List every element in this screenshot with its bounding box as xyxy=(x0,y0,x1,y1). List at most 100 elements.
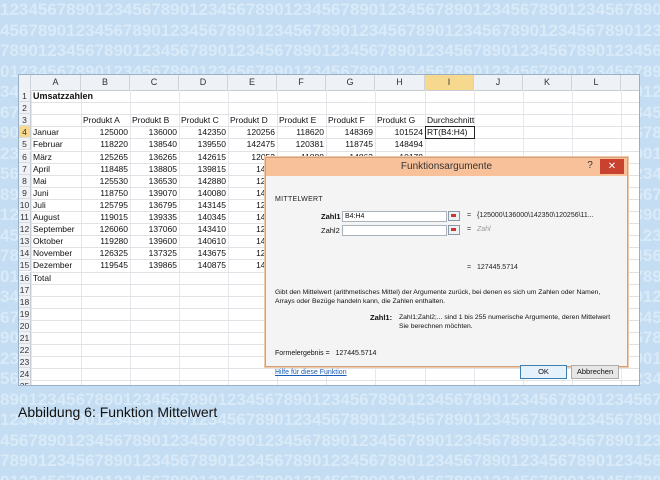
value-cell[interactable]: 148494 xyxy=(377,138,423,151)
value-cell[interactable]: 126325 xyxy=(83,247,128,260)
column-header-g[interactable]: G xyxy=(326,75,375,90)
column-label[interactable]: Produkt F xyxy=(328,114,365,127)
row-header-4[interactable]: 4 xyxy=(19,126,31,139)
value-cell[interactable]: 125265 xyxy=(83,151,128,164)
value-cell[interactable]: 139600 xyxy=(132,235,177,248)
close-icon[interactable]: ✕ xyxy=(600,159,624,174)
row-header-6[interactable]: 6 xyxy=(19,150,31,163)
row-header-18[interactable]: 18 xyxy=(19,295,31,308)
ok-button[interactable]: OK xyxy=(520,365,567,379)
help-link[interactable]: Hilfe für diese Funktion xyxy=(275,369,347,376)
column-label[interactable]: Produkt B xyxy=(132,114,169,127)
value-cell[interactable]: 125795 xyxy=(83,199,128,212)
row-header-3[interactable]: 3 xyxy=(19,114,31,127)
select-all-corner[interactable] xyxy=(19,75,31,90)
value-cell[interactable]: 143675 xyxy=(181,247,226,260)
value-cell[interactable]: 118220 xyxy=(83,138,128,151)
value-cell[interactable]: 138805 xyxy=(132,163,177,176)
value-cell[interactable]: 140345 xyxy=(181,211,226,224)
column-header-b[interactable]: B xyxy=(81,75,130,90)
column-header-f[interactable]: F xyxy=(277,75,326,90)
column-label[interactable]: Produkt E xyxy=(279,114,316,127)
row-header-5[interactable]: 5 xyxy=(19,138,31,151)
month-label[interactable]: August xyxy=(33,211,59,224)
column-header-a[interactable]: A xyxy=(31,75,81,90)
column-header-i[interactable]: I xyxy=(425,75,474,90)
value-cell[interactable]: 101524 xyxy=(377,126,423,139)
value-cell[interactable]: 143145 xyxy=(181,199,226,212)
row-header-22[interactable]: 22 xyxy=(19,344,31,357)
value-cell[interactable]: 136530 xyxy=(132,175,177,188)
row-header-24[interactable]: 24 xyxy=(19,368,31,381)
value-cell[interactable]: 136265 xyxy=(132,151,177,164)
month-label[interactable]: Februar xyxy=(33,138,63,151)
value-cell[interactable]: 136795 xyxy=(132,199,177,212)
row-header-13[interactable]: 13 xyxy=(19,235,31,248)
row-header-2[interactable]: 2 xyxy=(19,102,31,115)
column-header-h[interactable]: H xyxy=(375,75,425,90)
column-label[interactable]: Produkt D xyxy=(230,114,268,127)
value-cell[interactable]: 118485 xyxy=(83,163,128,176)
row-header-9[interactable]: 9 xyxy=(19,186,31,199)
value-cell[interactable]: 142880 xyxy=(181,175,226,188)
value-cell[interactable]: 139335 xyxy=(132,211,177,224)
column-label[interactable]: Produkt A xyxy=(83,114,120,127)
row-header-19[interactable]: 19 xyxy=(19,307,31,320)
value-cell[interactable]: 139865 xyxy=(132,259,177,272)
row-header-21[interactable]: 21 xyxy=(19,332,31,345)
column-header-e[interactable]: E xyxy=(228,75,277,90)
value-cell[interactable]: 137060 xyxy=(132,223,177,236)
cancel-button[interactable]: Abbrechen xyxy=(571,365,619,379)
value-cell[interactable]: 119015 xyxy=(83,211,128,224)
sheet-title[interactable]: Umsatzzahlen xyxy=(33,90,93,103)
row-header-14[interactable]: 14 xyxy=(19,247,31,260)
range-picker-icon[interactable] xyxy=(448,211,460,221)
row-header-23[interactable]: 23 xyxy=(19,356,31,369)
column-header-d[interactable]: D xyxy=(179,75,228,90)
value-cell[interactable]: 139550 xyxy=(181,138,226,151)
row-header-8[interactable]: 8 xyxy=(19,174,31,187)
value-cell[interactable]: 140080 xyxy=(181,187,226,200)
month-label[interactable]: Mai xyxy=(33,175,47,188)
column-label[interactable]: Durchschnitt xyxy=(427,114,474,127)
column-label[interactable]: Produkt G xyxy=(377,114,415,127)
column-header-c[interactable]: C xyxy=(130,75,179,90)
column-header-k[interactable]: K xyxy=(523,75,572,90)
arg1-input[interactable]: B4:H4 xyxy=(342,211,447,222)
dialog-titlebar[interactable]: Funktionsargumente ? ✕ xyxy=(266,158,627,176)
month-label[interactable]: November xyxy=(33,247,72,260)
range-picker-icon[interactable] xyxy=(448,225,460,235)
row-header-10[interactable]: 10 xyxy=(19,198,31,211)
value-cell[interactable]: 148369 xyxy=(328,126,373,139)
total-label[interactable]: Total xyxy=(33,272,51,285)
value-cell[interactable]: 136000 xyxy=(132,126,177,139)
value-cell[interactable]: 139070 xyxy=(132,187,177,200)
column-header-j[interactable]: J xyxy=(474,75,523,90)
month-label[interactable]: März xyxy=(33,151,52,164)
value-cell[interactable]: 140875 xyxy=(181,259,226,272)
month-label[interactable]: Juli xyxy=(33,199,46,212)
row-header-12[interactable]: 12 xyxy=(19,223,31,236)
month-label[interactable]: Januar xyxy=(33,126,59,139)
value-cell[interactable]: 120256 xyxy=(230,126,275,139)
row-header-25[interactable]: 25 xyxy=(19,380,31,385)
row-header-1[interactable]: 1 xyxy=(19,90,31,103)
row-header-17[interactable]: 17 xyxy=(19,283,31,296)
value-cell[interactable]: 118750 xyxy=(83,187,128,200)
value-cell[interactable]: 125530 xyxy=(83,175,128,188)
month-label[interactable]: Juni xyxy=(33,187,49,200)
row-header-16[interactable]: 16 xyxy=(19,271,31,284)
value-cell[interactable]: 118745 xyxy=(328,138,373,151)
value-cell[interactable]: 138540 xyxy=(132,138,177,151)
row-header-15[interactable]: 15 xyxy=(19,259,31,272)
value-cell[interactable]: 142475 xyxy=(230,138,275,151)
value-cell[interactable]: 142615 xyxy=(181,151,226,164)
value-cell[interactable]: 118620 xyxy=(279,126,324,139)
value-cell[interactable]: 142350 xyxy=(181,126,226,139)
row-header-11[interactable]: 11 xyxy=(19,211,31,224)
value-cell[interactable]: 143410 xyxy=(181,223,226,236)
month-label[interactable]: Dezember xyxy=(33,259,72,272)
month-label[interactable]: April xyxy=(33,163,50,176)
month-label[interactable]: September xyxy=(33,223,75,236)
value-cell[interactable]: 139815 xyxy=(181,163,226,176)
